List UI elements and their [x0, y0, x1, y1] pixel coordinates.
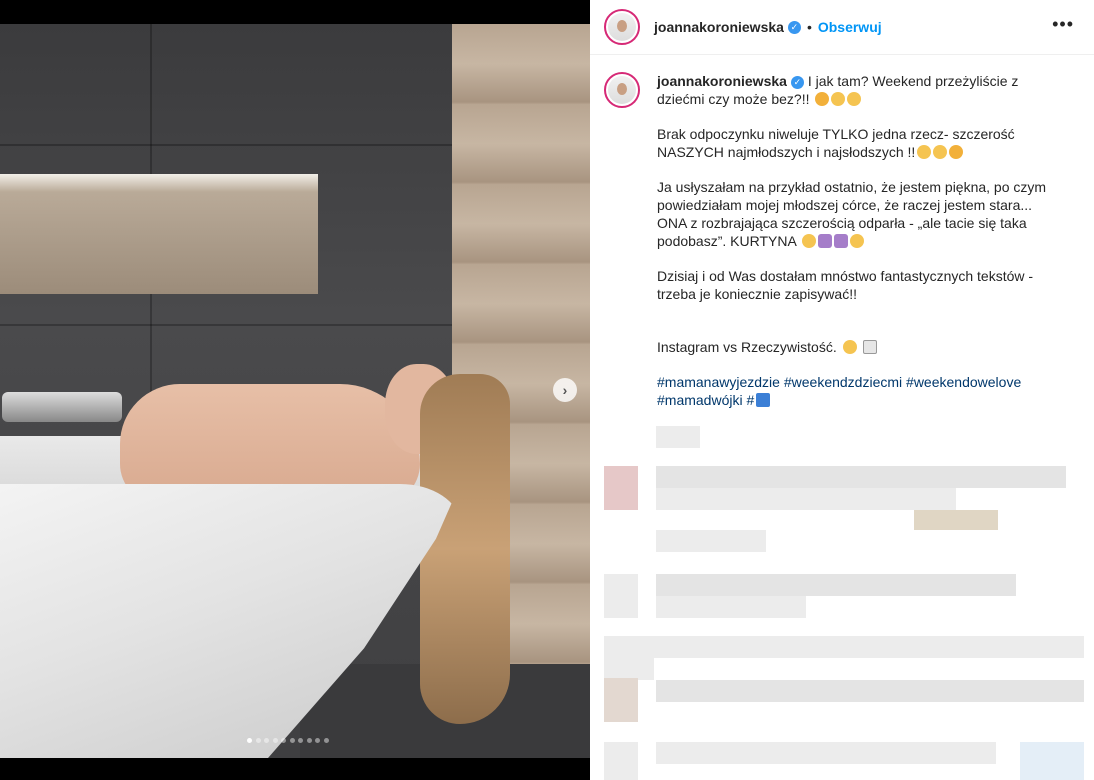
laughing-emoji-icon: [847, 92, 862, 106]
blurred-block: [656, 574, 1016, 596]
carousel-dot: [255, 738, 261, 743]
tongue-emoji-icon: [815, 92, 830, 106]
blurred-comments: [590, 420, 1094, 780]
hashtag-link[interactable]: #weekendowelove: [906, 374, 1021, 390]
photo-niche: [0, 174, 318, 294]
blurred-avatar: [604, 742, 638, 780]
carousel-next-button[interactable]: ›: [553, 378, 577, 402]
carousel-dots: [247, 738, 329, 743]
blurred-avatar: [604, 678, 638, 722]
post-side-panel: joannakoroniewska ✓ • Obserwuj ••• joann…: [590, 0, 1094, 780]
photo-hair: [420, 374, 510, 724]
caption-paragraph-4: Dzisiaj i od Was dostałam mnóstwo fantas…: [657, 267, 1057, 303]
photo-tile-line: [0, 144, 455, 146]
laughing-emoji-icon: [917, 145, 932, 159]
laughing-emoji-icon: [849, 234, 864, 248]
blurred-block: [656, 466, 1066, 488]
carousel-dot: [315, 738, 320, 743]
caption-paragraph-1: joannakoroniewska ✓ I jak tam? Weekend pr…: [657, 72, 1057, 108]
post-header: joannakoroniewska ✓ • Obserwuj •••: [590, 0, 1094, 55]
avatar-image: [608, 76, 636, 104]
photo-faucet: [2, 392, 122, 422]
blurred-block: [604, 636, 1084, 658]
blurred-block: [1020, 742, 1084, 780]
carousel-dot: [323, 738, 329, 743]
verified-icon: ✓: [790, 75, 804, 89]
caption-hashtags: #mamanawyjezdzie #weekendzdziecmi #weeke…: [657, 373, 1057, 409]
blurred-avatar: [604, 574, 638, 618]
carousel-dot: [298, 738, 303, 743]
blurred-block: [604, 658, 654, 680]
laughing-emoji-icon: [842, 340, 857, 354]
caption-paragraph-3: Ja usłyszałam na przykład ostatnio, że j…: [657, 178, 1057, 250]
caption-paragraph-2: Brak odpoczynku niweluje TYLKO jedna rze…: [657, 125, 1057, 161]
post-media: ›: [0, 0, 590, 780]
hashtag-link[interactable]: #: [746, 392, 754, 408]
post-caption: joannakoroniewska ✓ I jak tam? Weekend pr…: [604, 72, 1074, 426]
carousel-dot: [247, 738, 252, 743]
more-options-icon[interactable]: •••: [1052, 14, 1074, 35]
gif-emoji-icon: [862, 340, 877, 354]
carousel-dot: [264, 738, 269, 743]
verified-icon: ✓: [787, 20, 801, 34]
blurred-block: [656, 680, 1084, 702]
avatar-image: [608, 13, 636, 41]
caption-avatar[interactable]: [604, 72, 640, 108]
post-photo: [0, 24, 590, 758]
header-username[interactable]: joannakoroniewska: [654, 19, 784, 35]
carousel-dot: [272, 738, 278, 743]
caption-text: joannakoroniewska ✓ I jak tam? Weekend pr…: [657, 72, 1057, 426]
header-separator: •: [806, 19, 812, 35]
hashtag-link[interactable]: #mamanawyjezdzie: [657, 374, 780, 390]
follow-button[interactable]: Obserwuj: [818, 19, 882, 35]
carousel-dot: [281, 738, 286, 743]
carousel-dot: [306, 738, 312, 743]
blurred-block: [656, 426, 700, 448]
blurred-block: [656, 530, 766, 552]
laughing-emoji-icon: [831, 92, 846, 106]
blurred-avatar: [604, 466, 638, 510]
blurred-block: [656, 742, 996, 764]
caption-username[interactable]: joannakoroniewska: [657, 73, 787, 89]
laughing-emoji-icon: [801, 234, 816, 248]
caption-paragraph-5: Instagram vs Rzeczywistość.: [657, 338, 1057, 356]
blurred-block: [656, 596, 806, 618]
caption-p5: Instagram vs Rzeczywistość.: [657, 339, 841, 355]
photo-tile-line: [0, 324, 455, 326]
hashtag-link[interactable]: #weekendzdziecmi: [784, 374, 902, 390]
laughing-emoji-icon: [933, 145, 948, 159]
blurred-block: [914, 510, 998, 530]
caption-p4: Dzisiaj i od Was dostałam mnóstwo fantas…: [657, 268, 1034, 302]
tongue-emoji-icon: [949, 145, 964, 159]
anchor-emoji-icon: [756, 393, 771, 407]
facepalm-emoji-icon: [833, 234, 848, 248]
blurred-block: [656, 488, 956, 510]
avatar[interactable]: [604, 9, 640, 45]
carousel-dot: [289, 738, 295, 743]
facepalm-emoji-icon: [817, 234, 832, 248]
hashtag-link[interactable]: #mamadwójki: [657, 392, 743, 408]
